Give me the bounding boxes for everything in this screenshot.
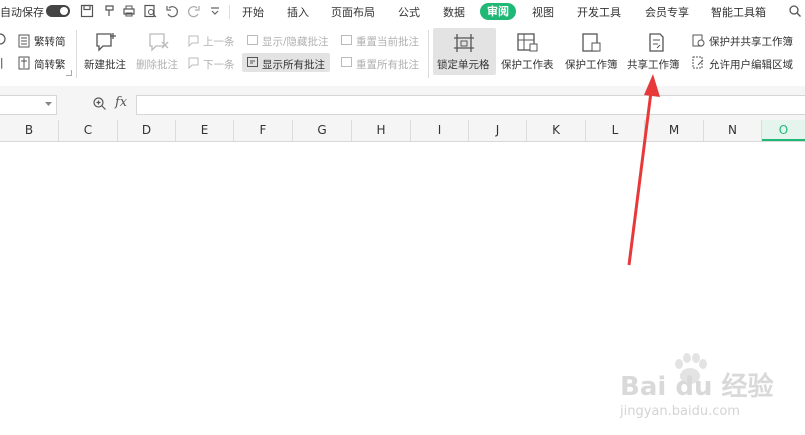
tab-insert[interactable]: 插入 — [287, 4, 309, 20]
lock-cell-icon — [454, 34, 474, 52]
ribbon-separator — [428, 30, 429, 78]
fx-label[interactable]: fx — [115, 95, 127, 110]
tab-member[interactable]: 会员专享 — [645, 4, 689, 20]
tab-smart-toolbox[interactable]: 智能工具箱 — [711, 4, 766, 20]
tab-formulas[interactable]: 公式 — [398, 4, 420, 20]
column-header-g[interactable]: G — [293, 120, 352, 141]
allow-edit-ranges-button[interactable]: 允许用户编辑区域 — [709, 57, 793, 72]
next-comment-icon[interactable] — [187, 56, 200, 69]
protect-workbook-icon[interactable] — [580, 32, 604, 54]
column-header-c[interactable]: C — [59, 120, 118, 141]
tab-view[interactable]: 视图 — [532, 4, 554, 20]
column-header-n[interactable]: N — [704, 120, 762, 141]
column-headers: B C D E F G H I J K L M N O — [0, 120, 805, 142]
column-header-i[interactable]: I — [411, 120, 469, 141]
protect-sheet-button[interactable]: 保护工作表 — [501, 57, 554, 72]
ribbon: | 繁转简 简转繁 新建批注 删除批注 上一条 下一条 显示/隐藏批注 显示所有… — [0, 24, 805, 87]
trad-to-simp-icon[interactable] — [17, 34, 31, 48]
print-icon[interactable] — [122, 4, 136, 18]
column-header-e[interactable]: E — [176, 120, 234, 141]
column-header-k[interactable]: K — [527, 120, 586, 141]
share-workbook-button[interactable]: 共享工作簿 — [627, 57, 680, 72]
show-hide-comment-icon[interactable] — [246, 34, 259, 47]
partial-icon — [0, 33, 6, 45]
menu-divider — [229, 5, 230, 19]
column-header-d[interactable]: D — [118, 120, 176, 141]
protect-and-share-button[interactable]: 保护并共享工作簿 — [709, 34, 793, 49]
watermark-url: jingyan.baidu.com — [620, 404, 740, 419]
show-hide-comment-button[interactable]: 显示/隐藏批注 — [262, 34, 329, 49]
protect-workbook-button[interactable]: 保护工作簿 — [565, 57, 618, 72]
new-comment-icon[interactable] — [94, 31, 118, 53]
group-launcher-icon[interactable] — [66, 70, 72, 76]
print-preview-icon[interactable] — [143, 4, 157, 18]
tab-home[interactable]: 开始 — [242, 4, 264, 20]
autosave-label: 自动保存 — [0, 6, 44, 19]
reset-current-comment-icon[interactable] — [340, 34, 353, 47]
allow-edit-ranges-icon[interactable] — [691, 55, 705, 69]
formula-input[interactable] — [136, 95, 805, 115]
share-workbook-icon[interactable] — [645, 32, 667, 54]
redo-icon[interactable] — [187, 4, 201, 18]
prev-comment-button[interactable]: 上一条 — [203, 34, 235, 49]
delete-comment-button[interactable]: 删除批注 — [136, 57, 178, 72]
tab-review[interactable]: 审阅 — [480, 3, 516, 20]
zoom-icon[interactable] — [92, 96, 107, 111]
chevron-down-icon[interactable] — [208, 4, 222, 18]
name-box-dropdown-icon[interactable] — [45, 102, 52, 107]
column-header-f[interactable]: F — [234, 120, 293, 141]
delete-comment-icon[interactable] — [147, 31, 171, 53]
search-icon[interactable] — [788, 4, 802, 18]
show-all-comments-icon — [247, 57, 258, 67]
simp-to-trad-button[interactable]: 简转繁 — [34, 57, 66, 72]
reset-all-comments-button[interactable]: 重置所有批注 — [356, 57, 419, 72]
show-all-comments-label: 显示所有批注 — [262, 59, 325, 71]
prev-comment-icon[interactable] — [187, 34, 200, 47]
tab-data[interactable]: 数据 — [443, 4, 465, 20]
partial-label: | — [0, 57, 4, 69]
tab-page-layout[interactable]: 页面布局 — [331, 4, 375, 20]
column-header-h[interactable]: H — [352, 120, 411, 141]
undo-icon[interactable] — [165, 4, 179, 18]
ribbon-separator — [76, 30, 77, 78]
column-header-b[interactable]: B — [0, 120, 59, 141]
reset-all-comments-icon[interactable] — [340, 56, 353, 69]
simp-to-trad-icon[interactable] — [17, 56, 31, 70]
next-comment-button[interactable]: 下一条 — [203, 57, 235, 72]
save-icon[interactable] — [80, 4, 94, 18]
format-painter-icon[interactable] — [103, 4, 117, 18]
menu-bar: 自动保存 开始 插入 页面布局 公式 数据 审阅 视图 开发工具 会员专享 智能… — [0, 0, 805, 24]
formula-bar: fx — [0, 86, 805, 120]
name-box[interactable] — [0, 95, 57, 115]
column-header-m[interactable]: M — [645, 120, 704, 141]
baidu-jingyan-watermark: Bai du 经验 jingyan.baidu.com — [620, 352, 800, 427]
column-header-l[interactable]: L — [586, 120, 645, 141]
protect-sheet-icon[interactable] — [516, 32, 540, 54]
column-header-j[interactable]: J — [469, 120, 527, 141]
tab-developer[interactable]: 开发工具 — [577, 4, 621, 20]
column-header-o[interactable]: O — [762, 120, 805, 141]
lock-cell-label: 锁定单元格 — [437, 59, 490, 71]
protect-and-share-icon[interactable] — [691, 33, 705, 47]
new-comment-button[interactable]: 新建批注 — [84, 57, 126, 72]
autosave-toggle[interactable] — [46, 5, 70, 17]
trad-to-simp-button[interactable]: 繁转简 — [34, 34, 66, 49]
reset-current-comment-button[interactable]: 重置当前批注 — [356, 34, 419, 49]
watermark-brand: Bai du 经验 — [620, 372, 774, 402]
